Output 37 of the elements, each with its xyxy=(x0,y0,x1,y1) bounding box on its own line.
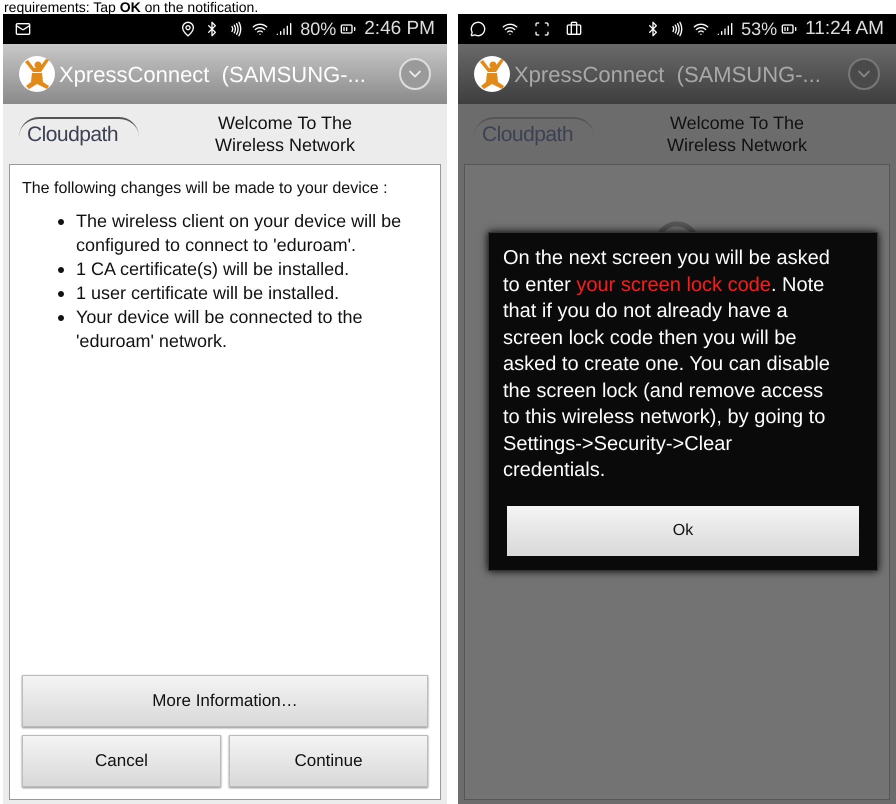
person-logo-icon xyxy=(474,56,510,92)
cancel-button[interactable]: Cancel xyxy=(22,735,221,787)
wifi-icon xyxy=(502,21,518,37)
wifi-icon xyxy=(693,21,710,37)
ok-button[interactable]: Ok xyxy=(507,506,859,556)
app-title: XpressConnect (SAMSUNG-... xyxy=(59,60,367,89)
bullet-icon xyxy=(58,219,64,225)
location-icon xyxy=(180,21,196,37)
cloudpath-logo: Cloudpath xyxy=(19,117,139,151)
person-logo-icon xyxy=(19,56,55,92)
clock-time: 2:46 PM xyxy=(364,16,435,41)
welcome-title: Welcome To The Wireless Network xyxy=(666,112,808,156)
more-information-button[interactable]: More Information… xyxy=(22,675,428,727)
continue-button[interactable]: Continue xyxy=(229,735,428,787)
mail-icon xyxy=(15,21,31,37)
wifi-icon xyxy=(252,21,268,37)
chat-icon xyxy=(470,21,486,37)
battery-level: 80% xyxy=(300,18,336,40)
scan-icon xyxy=(534,21,550,37)
clock-time: 11:24 AM xyxy=(805,16,884,41)
signal-icon xyxy=(717,21,734,37)
change-item: Your device will be connected to the 'eduroam' network. xyxy=(76,306,364,353)
signal-icon xyxy=(276,21,292,37)
welcome-title: Welcome To The Wireless Network xyxy=(214,112,356,156)
menu-button[interactable] xyxy=(848,58,880,90)
bullet-icon xyxy=(58,291,64,297)
bullet-icon xyxy=(58,315,64,321)
battery-level: 53% xyxy=(741,18,778,40)
change-item: 1 CA certificate(s) will be installed. xyxy=(76,258,350,281)
briefcase-icon xyxy=(566,21,582,37)
change-item: 1 user certificate will be installed. xyxy=(76,282,340,305)
bullet-icon xyxy=(58,267,64,273)
app-title: XpressConnect (SAMSUNG-... xyxy=(514,60,822,89)
change-item: The wireless client on your device will be configured to connect to 'eduroam'. xyxy=(76,210,402,257)
caption-text: requirements: Tap OK on the notification. xyxy=(3,0,260,14)
dialog-message: On the next screen you will be asked to enter your screen lock code. Note that if you do not already have a screen lock code then you will be asked to create one. You can disable the screen lock (and remove access to this wireless network), by going to Settings->Security->Clear credentials. xyxy=(503,246,831,483)
intro-text: The following changes will be made to your device : xyxy=(22,179,389,199)
